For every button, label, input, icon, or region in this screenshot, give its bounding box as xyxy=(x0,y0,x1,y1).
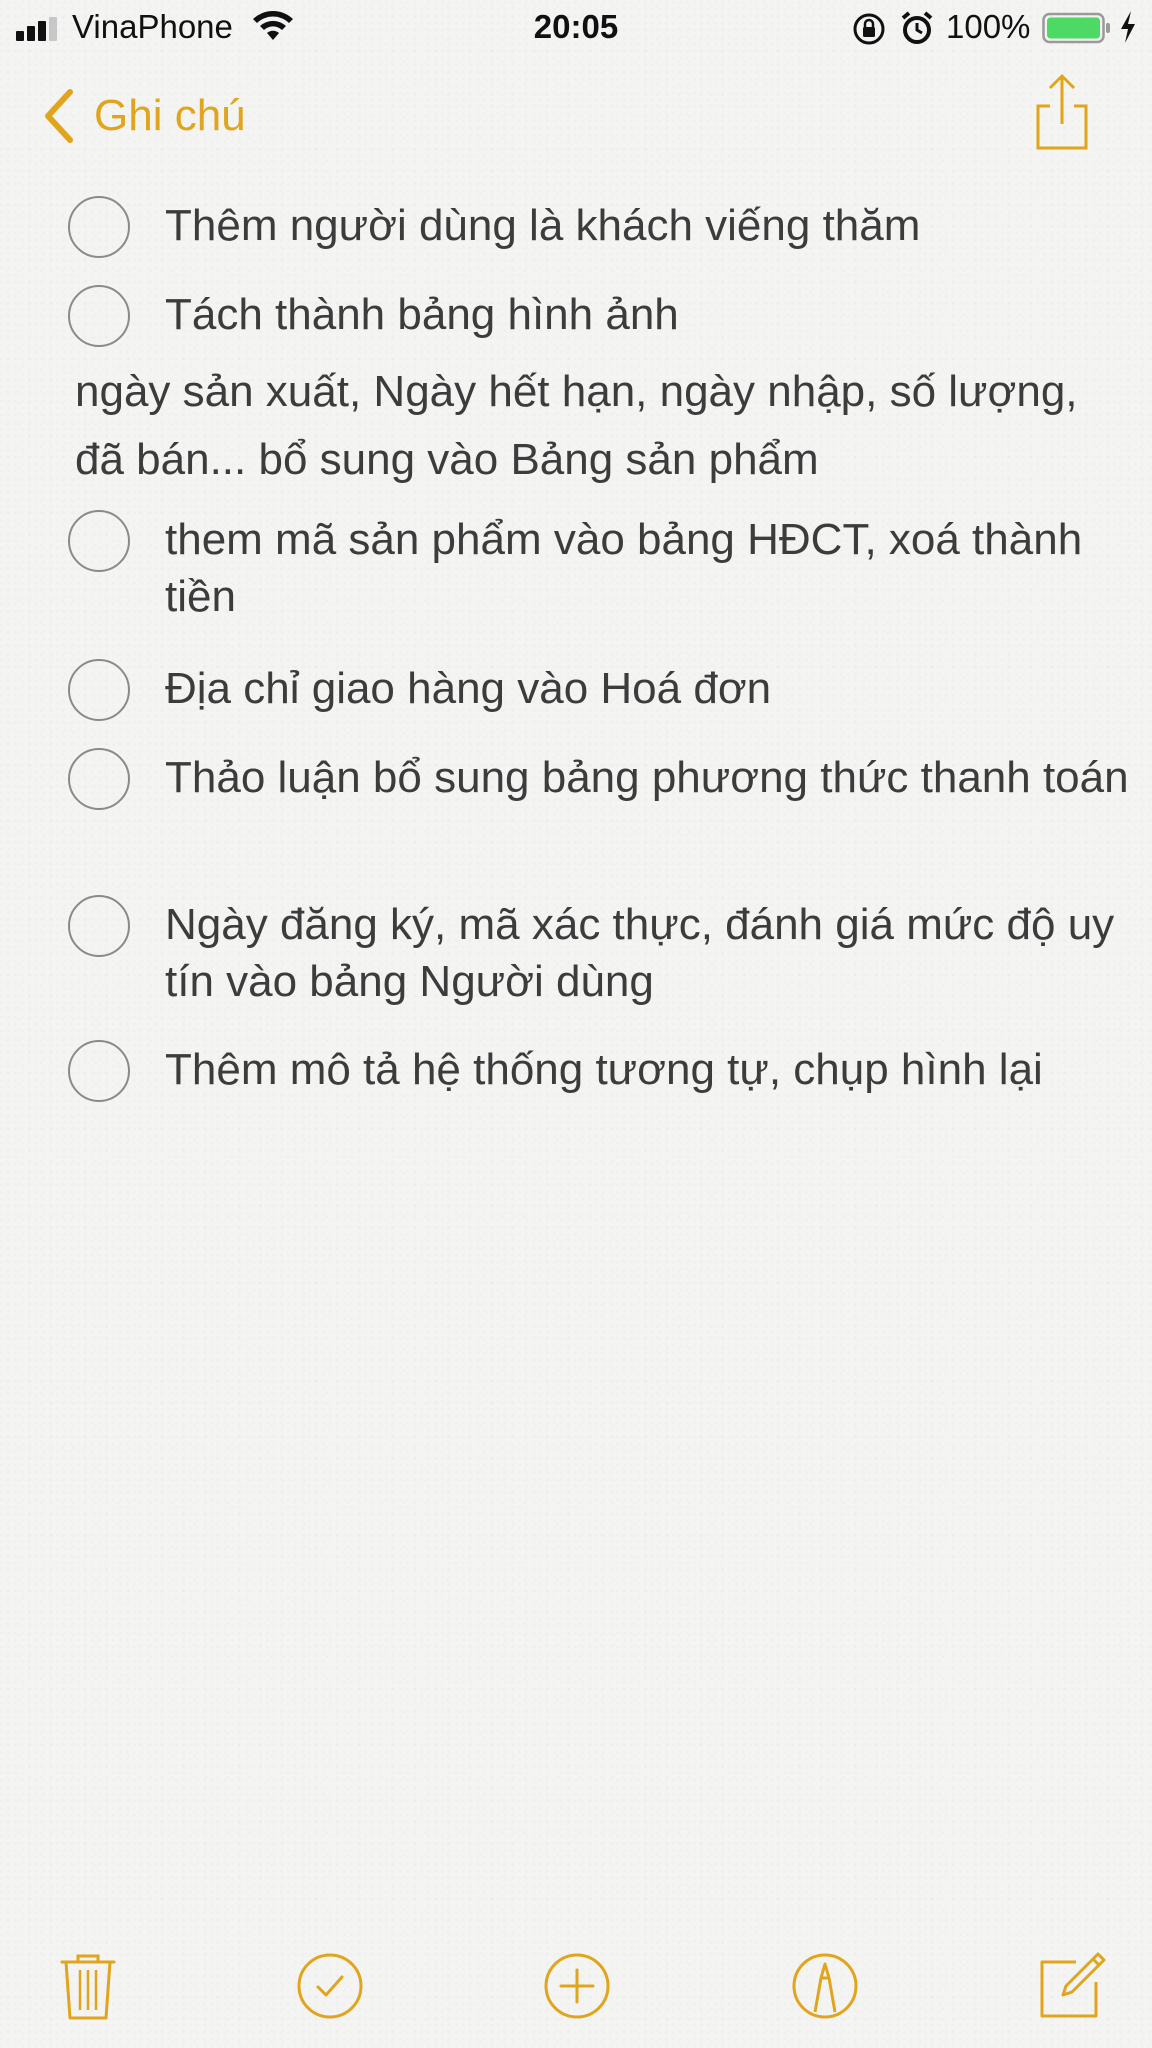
checkbox-circle[interactable] xyxy=(68,510,130,572)
checklist-item-text[interactable]: Thêm mô tả hệ thống tương tự, chụp hình … xyxy=(165,1041,1145,1098)
checkbox-circle[interactable] xyxy=(68,895,130,957)
checklist-item-text[interactable]: Tách thành bảng hình ảnh xyxy=(165,286,1145,343)
checkbox-circle[interactable] xyxy=(68,659,130,721)
checklist-item-text[interactable]: Thảo luận bổ sung bảng phương thức thanh… xyxy=(165,749,1145,806)
checkbox-circle[interactable] xyxy=(68,196,130,258)
checklist-item-text[interactable]: Địa chỉ giao hàng vào Hoá đơn xyxy=(165,660,1145,717)
orientation-lock-icon xyxy=(853,13,885,45)
trash-icon[interactable] xyxy=(52,1950,124,2022)
checklist-icon[interactable] xyxy=(294,1950,366,2022)
checkbox-circle[interactable] xyxy=(68,285,130,347)
add-icon[interactable] xyxy=(541,1950,613,2022)
checklist-item-text[interactable]: them mã sản phẩm vào bảng HĐCT, xoá thàn… xyxy=(165,511,1145,625)
back-button[interactable]: Ghi chú xyxy=(40,84,246,148)
checkbox-circle[interactable] xyxy=(68,1040,130,1102)
battery-percentage: 100% xyxy=(946,8,1031,45)
markup-icon[interactable] xyxy=(789,1950,861,2022)
checklist-item-text[interactable]: Ngày đăng ký, mã xác thực, đánh giá mức … xyxy=(165,896,1145,1010)
alarm-icon xyxy=(901,11,933,44)
share-icon[interactable] xyxy=(1032,72,1092,152)
checklist-item-text[interactable]: Thêm người dùng là khách viếng thăm xyxy=(165,197,1145,254)
chevron-left-icon xyxy=(45,89,73,143)
battery-icon xyxy=(1042,12,1110,44)
status-bar: VinaPhone 20:05 100% xyxy=(0,0,1152,58)
compose-icon[interactable] xyxy=(1036,1950,1108,2022)
back-label: Ghi chú xyxy=(94,91,246,140)
charging-icon xyxy=(1121,11,1135,43)
note-paragraph[interactable]: ngày sản xuất, Ngày hết hạn, ngày nhập, … xyxy=(75,358,1095,494)
checkbox-circle[interactable] xyxy=(68,748,130,810)
